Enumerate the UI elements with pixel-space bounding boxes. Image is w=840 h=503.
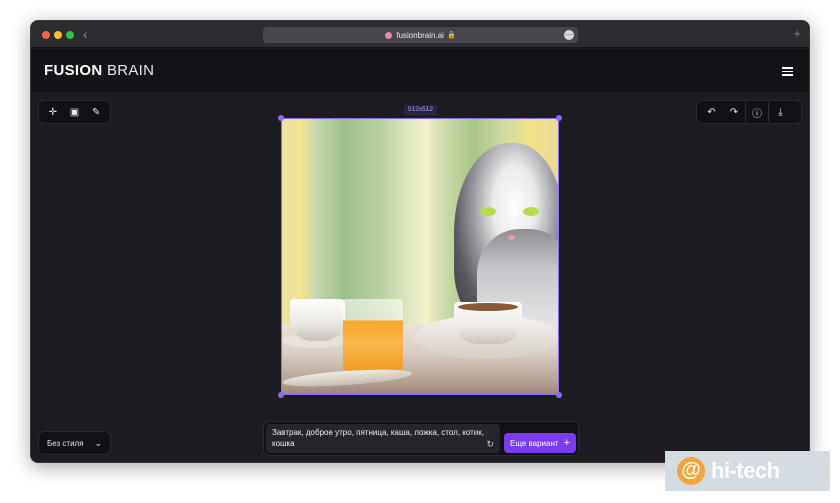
watermark: @ hi-tech bbox=[665, 451, 830, 491]
zoom-window-button[interactable] bbox=[66, 31, 74, 39]
logo-bold-text: FUSION bbox=[44, 62, 103, 79]
at-logo-icon: @ bbox=[677, 457, 705, 485]
prompt-text: Завтрак, доброе утро, пятница, каша, лож… bbox=[272, 428, 484, 448]
image-icon[interactable]: ▣ bbox=[64, 102, 86, 122]
hamburger-icon[interactable] bbox=[782, 67, 793, 76]
prompt-panel: Завтрак, доброе утро, пятница, каша, лож… bbox=[263, 421, 579, 456]
logo[interactable]: FUSION BRAIN bbox=[44, 62, 154, 79]
prompt-input[interactable]: Завтрак, доброе утро, пятница, каша, лож… bbox=[266, 424, 500, 453]
generate-button-label: Еще вариант bbox=[510, 438, 559, 448]
style-dropdown[interactable]: Без стиля ⌄ bbox=[38, 431, 111, 455]
site-favicon-icon bbox=[385, 31, 393, 39]
redo-icon[interactable]: ↷ bbox=[723, 102, 746, 122]
generate-variant-button[interactable]: Еще вариант + bbox=[504, 433, 576, 453]
chevron-left-icon[interactable]: ‹ bbox=[83, 25, 97, 43]
style-dropdown-value: Без стиля bbox=[47, 438, 84, 448]
more-icon[interactable]: ··· bbox=[564, 30, 574, 40]
app-header: FUSION BRAIN bbox=[31, 49, 809, 92]
download-icon[interactable]: ⤓ bbox=[769, 102, 792, 122]
help-icon[interactable]: ⓘ bbox=[746, 102, 769, 122]
resize-handle-top-right[interactable] bbox=[556, 115, 562, 121]
eraser-icon[interactable]: ✎ bbox=[85, 102, 107, 122]
resize-handle-top-left[interactable] bbox=[278, 115, 284, 121]
browser-window: ‹ fusionbrain.ai 🔒 ··· + FUSION BRAIN ✛ … bbox=[30, 20, 810, 463]
right-toolbar: ↶ ↷ ⓘ ⤓ bbox=[696, 100, 802, 124]
resize-handle-bottom-left[interactable] bbox=[278, 392, 284, 398]
lock-icon: 🔒 bbox=[446, 32, 456, 39]
browser-titlebar: ‹ fusionbrain.ai 🔒 ··· + bbox=[31, 21, 809, 48]
logo-light-text: BRAIN bbox=[106, 62, 155, 79]
resize-handle-bottom-right[interactable] bbox=[556, 392, 562, 398]
generated-image[interactable] bbox=[281, 118, 559, 395]
generated-image-content bbox=[282, 119, 558, 394]
url-text: fusionbrain.ai bbox=[396, 30, 444, 40]
undo-icon[interactable]: ↶ bbox=[700, 102, 723, 122]
move-icon[interactable]: ✛ bbox=[42, 102, 64, 122]
left-toolbar: ✛ ▣ ✎ bbox=[38, 100, 111, 124]
watermark-text: hi-tech bbox=[711, 458, 780, 483]
plus-icon[interactable]: + bbox=[793, 26, 801, 42]
close-window-button[interactable] bbox=[42, 31, 50, 39]
minimize-window-button[interactable] bbox=[54, 31, 62, 39]
editor-canvas[interactable]: ✛ ▣ ✎ ↶ ↷ ⓘ ⤓ 512x512 Без стиля ⌄ Завтра… bbox=[31, 92, 809, 462]
plus-icon: + bbox=[563, 436, 570, 449]
image-size-label: 512x512 bbox=[404, 105, 437, 115]
refresh-icon[interactable]: ↻ bbox=[486, 439, 494, 450]
chevron-down-icon: ⌄ bbox=[94, 438, 102, 448]
address-bar[interactable]: fusionbrain.ai 🔒 ··· bbox=[263, 27, 578, 43]
